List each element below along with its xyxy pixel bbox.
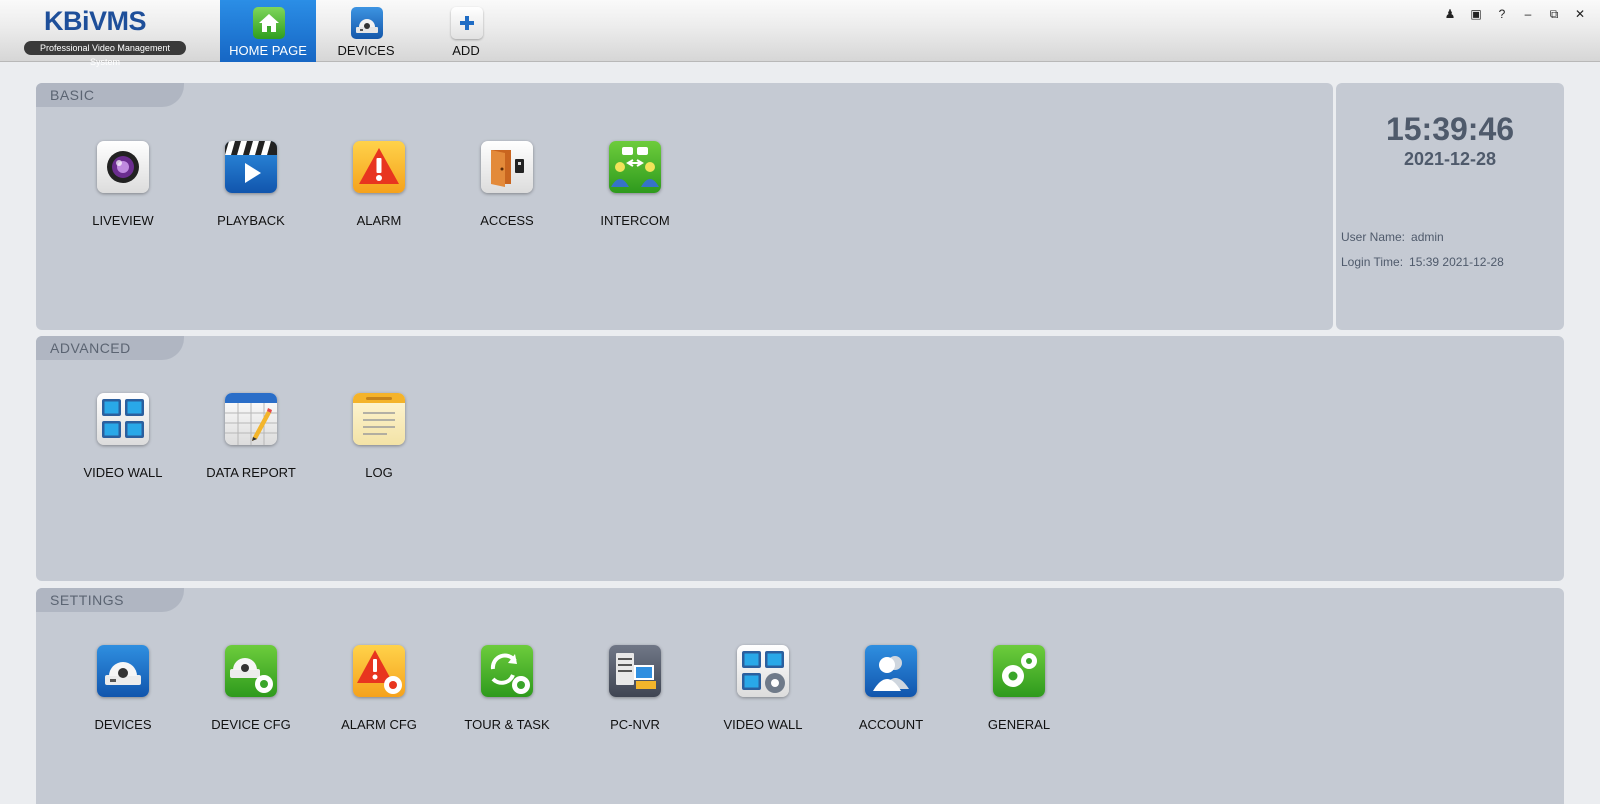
user-name-value: admin bbox=[1411, 230, 1444, 244]
settings-devices-tile[interactable]: DEVICES bbox=[68, 645, 178, 732]
home-icon bbox=[253, 7, 285, 39]
data-report-tile[interactable]: DATA REPORT bbox=[196, 393, 306, 480]
pc-nvr-icon bbox=[609, 645, 661, 697]
access-tile[interactable]: ACCESS bbox=[452, 141, 562, 228]
tab-add[interactable]: ADD bbox=[418, 0, 514, 62]
video-wall-cfg-icon bbox=[737, 645, 789, 697]
info-panel: 15:39:46 2021-12-28 User Name: admin Logi… bbox=[1336, 83, 1564, 330]
tab-home-page[interactable]: HOME PAGE bbox=[220, 0, 316, 62]
device-cfg-tile[interactable]: DEVICE CFG bbox=[196, 645, 306, 732]
intercom-icon bbox=[609, 141, 661, 193]
camera-icon bbox=[351, 7, 383, 39]
advanced-panel-title: ADVANCED bbox=[36, 336, 184, 360]
help-icon[interactable]: ? bbox=[1494, 6, 1510, 22]
alarm-cfg-tile[interactable]: ALARM CFG bbox=[324, 645, 434, 732]
settings-panel-title: SETTINGS bbox=[36, 588, 184, 612]
intercom-label: INTERCOM bbox=[600, 213, 670, 228]
logo-text: KBiVMS bbox=[44, 6, 147, 36]
data-report-label: DATA REPORT bbox=[206, 465, 296, 480]
user-name-row: User Name: admin bbox=[1341, 230, 1444, 244]
tab-devices-label: DEVICES bbox=[337, 43, 395, 58]
close-icon[interactable]: ✕ bbox=[1572, 6, 1588, 22]
current-date: 2021-12-28 bbox=[1403, 149, 1497, 169]
alarm-tile[interactable]: ALARM bbox=[324, 141, 434, 228]
intercom-tile[interactable]: INTERCOM bbox=[580, 141, 690, 228]
user-icon[interactable]: ♟ bbox=[1442, 6, 1458, 22]
general-gears-icon bbox=[993, 645, 1045, 697]
tour-task-label: TOUR & TASK bbox=[464, 717, 550, 732]
pc-nvr-label: PC-NVR bbox=[610, 717, 660, 732]
alarm-label: ALARM bbox=[356, 213, 402, 228]
playback-tile[interactable]: PLAYBACK bbox=[196, 141, 306, 228]
playback-label: PLAYBACK bbox=[217, 213, 285, 228]
tour-task-icon bbox=[481, 645, 533, 697]
tab-add-label: ADD bbox=[452, 43, 480, 58]
device-cfg-icon bbox=[225, 645, 277, 697]
logo-subtitle: Professional Video Management System bbox=[24, 41, 186, 67]
log-icon bbox=[353, 393, 405, 445]
device-cfg-label: DEVICE CFG bbox=[211, 717, 291, 732]
data-report-icon bbox=[225, 393, 277, 445]
login-time-row: Login Time: 15:39 2021-12-28 bbox=[1341, 255, 1504, 269]
camera-lens-icon bbox=[97, 141, 149, 193]
dome-camera-icon bbox=[97, 645, 149, 697]
video-wall-cfg-tile[interactable]: VIDEO WALL bbox=[708, 645, 818, 732]
top-bar: KBiVMS Professional Video Management Sys… bbox=[0, 0, 1600, 67]
alarm-cfg-label: ALARM CFG bbox=[341, 717, 417, 732]
basic-panel: BASIC LIVEVIEW PLAYBACK ALARM ACCESS INT… bbox=[36, 83, 1333, 330]
restore-icon[interactable]: ⧉ bbox=[1546, 6, 1562, 22]
liveview-label: LIVEVIEW bbox=[92, 213, 154, 228]
video-wall-label: VIDEO WALL bbox=[83, 465, 163, 480]
user-name-label: User Name: bbox=[1341, 230, 1406, 244]
current-time: 15:39:46 bbox=[1385, 111, 1515, 147]
clapperboard-icon bbox=[225, 141, 277, 193]
tour-task-tile[interactable]: TOUR & TASK bbox=[452, 645, 562, 732]
account-icon bbox=[865, 645, 917, 697]
general-tile[interactable]: GENERAL bbox=[964, 645, 1074, 732]
basic-panel-title: BASIC bbox=[36, 83, 184, 107]
door-icon bbox=[481, 141, 533, 193]
account-tile[interactable]: ACCOUNT bbox=[836, 645, 946, 732]
login-time-value: 15:39 2021-12-28 bbox=[1409, 255, 1504, 269]
video-wall-tile[interactable]: VIDEO WALL bbox=[68, 393, 178, 480]
app-logo: KBiVMS Professional Video Management Sys… bbox=[24, 4, 186, 67]
video-wall-cfg-label: VIDEO WALL bbox=[723, 717, 803, 732]
video-wall-icon bbox=[97, 393, 149, 445]
pc-nvr-tile[interactable]: PC-NVR bbox=[580, 645, 690, 732]
tab-devices[interactable]: DEVICES bbox=[318, 0, 414, 62]
tab-home-page-label: HOME PAGE bbox=[229, 43, 307, 58]
alarm-warning-icon bbox=[353, 141, 405, 193]
log-label: LOG bbox=[365, 465, 393, 480]
minimize-icon[interactable]: – bbox=[1520, 6, 1536, 22]
settings-devices-label: DEVICES bbox=[94, 717, 152, 732]
alarm-cfg-icon bbox=[353, 645, 405, 697]
window-controls: ♟ ▣ ? – ⧉ ✕ bbox=[1442, 6, 1588, 22]
plus-icon bbox=[451, 7, 483, 39]
advanced-panel: ADVANCED VIDEO WALL DATA REPORT LOG bbox=[36, 336, 1564, 581]
log-tile[interactable]: LOG bbox=[324, 393, 434, 480]
account-label: ACCOUNT bbox=[858, 717, 924, 732]
login-time-label: Login Time: bbox=[1341, 255, 1404, 269]
settings-panel: SETTINGS DEVICES DEVICE CFG ALARM CFG TO… bbox=[36, 588, 1564, 804]
access-label: ACCESS bbox=[480, 213, 534, 228]
liveview-tile[interactable]: LIVEVIEW bbox=[68, 141, 178, 228]
lock-icon[interactable]: ▣ bbox=[1468, 6, 1484, 22]
general-label: GENERAL bbox=[987, 717, 1051, 732]
